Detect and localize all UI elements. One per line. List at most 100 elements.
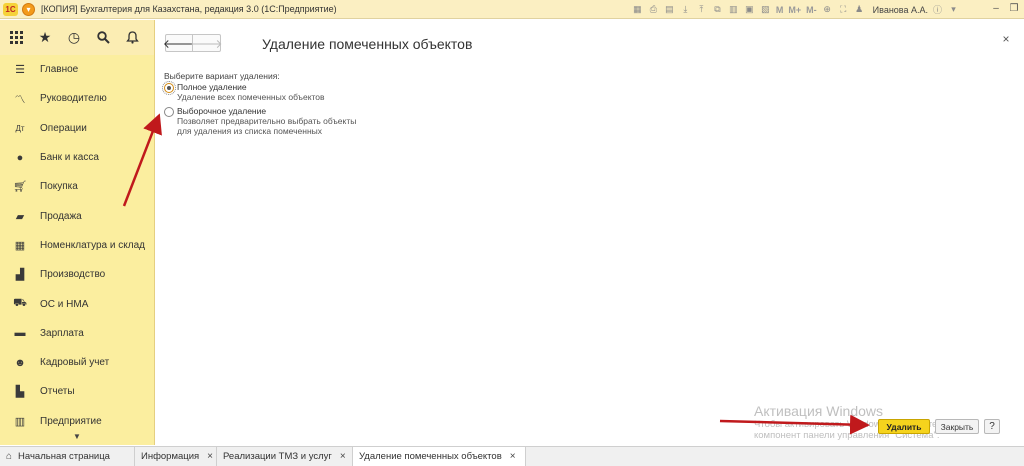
- tab-label: Удаление помеченных объектов: [359, 451, 502, 462]
- zoom-icon[interactable]: ⊕: [821, 3, 834, 16]
- restore-icon[interactable]: ❐: [1008, 2, 1020, 15]
- sidebar-item-label: Предприятие: [40, 415, 102, 427]
- delete-button[interactable]: Удалить: [878, 419, 930, 434]
- panel-icon-strip: ★ ◷: [0, 20, 155, 55]
- full-deletion-desc: Удаление всех помеченных объектов: [177, 92, 325, 102]
- menu-lines-icon: ☰: [15, 64, 25, 77]
- bar-chart-icon: ▙: [15, 386, 25, 399]
- window-controls: – ❐: [990, 2, 1020, 15]
- window-title: [КОПИЯ] Бухгалтерия для Казахстана, реда…: [41, 4, 337, 14]
- user-icon: ♟: [855, 4, 864, 14]
- selective-deletion-desc-2: для удаления из списка помеченных: [177, 126, 323, 136]
- sidebar-item-bank[interactable]: ● Банк и касса: [0, 143, 154, 172]
- user-name[interactable]: Иванова А.А.: [873, 5, 928, 15]
- info-icon[interactable]: ⓘ: [931, 3, 944, 16]
- memory-add-button[interactable]: M+: [787, 3, 802, 16]
- sidebar-item-reports[interactable]: ▙ Отчеты: [0, 377, 154, 406]
- navigation-buttons: 🡐 🡒: [163, 34, 223, 52]
- settings-menu-icon[interactable]: ▾: [947, 3, 960, 16]
- preview-icon[interactable]: ▤: [663, 3, 676, 16]
- deletion-mode-label: Выберите вариант удаления:: [164, 71, 280, 81]
- watermark-title: Активация Windows: [754, 403, 884, 419]
- sidebar-item-label: Номенклатура и склад: [40, 239, 145, 251]
- sidebar-item-nomenclature[interactable]: ▦ Номенклатура и склад: [0, 231, 154, 260]
- sidebar-item-salary[interactable]: ▬ Зарплата: [0, 319, 154, 348]
- sidebar-item-label: Руководителю: [40, 93, 107, 105]
- link-icon[interactable]: ⧉: [711, 3, 724, 16]
- operations-icon: Дт: [15, 123, 25, 133]
- cart-icon: 🛒︎: [13, 181, 27, 194]
- full-deletion-option[interactable]: Полное удаление Удаление всех помеченных…: [162, 81, 325, 102]
- building-icon: ▥: [14, 415, 26, 428]
- save-icon[interactable]: ▦: [631, 3, 644, 16]
- bell-icon[interactable]: [124, 30, 140, 46]
- minimize-icon[interactable]: –: [990, 2, 1002, 15]
- close-icon[interactable]: ×: [340, 451, 346, 462]
- tab-sales-documents[interactable]: Реализации ТМЗ и услуг ×: [217, 447, 353, 466]
- home-icon: ⌂: [6, 451, 13, 462]
- sidebar-item-purchase[interactable]: 🛒︎ Покупка: [0, 172, 154, 201]
- close-icon[interactable]: ×: [1000, 32, 1012, 46]
- coins-icon: ●: [16, 151, 24, 164]
- calendar-icon[interactable]: ▣: [743, 3, 756, 16]
- sidebar-item-label: Покупка: [40, 181, 78, 193]
- main-menu-button[interactable]: ▾: [22, 2, 35, 16]
- print-icon[interactable]: ⎙: [647, 3, 660, 16]
- download-icon[interactable]: ⤓: [679, 3, 692, 16]
- sidebar-item-management[interactable]: 〽 Руководителю: [0, 84, 154, 113]
- star-icon[interactable]: ★: [37, 29, 53, 46]
- sidebar-item-sales[interactable]: ▰ Продажа: [0, 201, 154, 230]
- app-logo: 1С: [3, 2, 18, 16]
- delete-marked-form: 🡐 🡒 Удаление помеченных объектов × Выбер…: [156, 20, 1024, 445]
- tab-information[interactable]: Информация ×: [135, 447, 217, 466]
- sidebar-item-operations[interactable]: Дт Операции: [0, 114, 154, 143]
- money-icon: ▬: [14, 327, 26, 340]
- sidebar-item-main[interactable]: ☰ Главное: [0, 55, 154, 84]
- table-icon[interactable]: ▥: [727, 3, 740, 16]
- bag-icon: ▰: [15, 210, 25, 223]
- trend-chart-icon: 〽: [14, 93, 26, 106]
- fullscreen-icon[interactable]: ⛶: [837, 3, 850, 16]
- back-arrow-icon[interactable]: 🡐: [163, 35, 195, 51]
- form-title: Удаление помеченных объектов: [262, 36, 473, 52]
- close-button[interactable]: Закрыть: [935, 419, 979, 434]
- people-icon: ☻: [14, 356, 26, 369]
- full-deletion-title: Полное удаление: [177, 82, 247, 92]
- history-icon[interactable]: ◷: [66, 29, 82, 46]
- sidebar-item-hr[interactable]: ☻ Кадровый учет: [0, 348, 154, 377]
- title-bar: 1С ▾ [КОПИЯ] Бухгалтерия для Казахстана,…: [0, 0, 1024, 19]
- tab-home[interactable]: ⌂ Начальная страница: [0, 447, 135, 466]
- calculator-icon[interactable]: ▧: [759, 3, 772, 16]
- selective-deletion-desc-1: Позволяет предварительно выбрать объекты: [177, 116, 357, 126]
- close-icon[interactable]: ×: [510, 451, 516, 462]
- sidebar-item-label: Операции: [40, 122, 87, 134]
- tab-delete-marked[interactable]: Удаление помеченных объектов ×: [353, 447, 526, 466]
- selective-deletion-radio[interactable]: [164, 107, 174, 117]
- selective-deletion-title: Выборочное удаление: [177, 106, 267, 116]
- scroll-down-icon[interactable]: ▼: [70, 432, 84, 442]
- grid-menu-icon[interactable]: [8, 30, 24, 46]
- sidebar-item-label: Отчеты: [40, 386, 75, 398]
- sidebar-item-fixed-assets[interactable]: ⛟ ОС и НМА: [0, 289, 154, 318]
- forward-arrow-icon[interactable]: 🡒: [190, 35, 222, 51]
- sidebar-item-label: Зарплата: [40, 327, 84, 339]
- toolbar-tools: ▦ ⎙ ▤ ⤓ ⤒ ⧉ ▥ ▣ ▧ M M+ M- ⊕ ⛶ ♟ Иванова …: [631, 2, 960, 17]
- selective-deletion-option[interactable]: Выборочное удаление Позволяет предварите…: [164, 106, 356, 136]
- truck-icon: ⛟: [13, 297, 27, 310]
- search-icon[interactable]: [95, 30, 111, 46]
- full-deletion-radio[interactable]: [162, 81, 176, 95]
- help-button[interactable]: ?: [984, 419, 1000, 434]
- upload-icon[interactable]: ⤒: [695, 3, 708, 16]
- tab-label: Начальная страница: [18, 451, 110, 462]
- sidebar-item-label: Кадровый учет: [40, 357, 110, 369]
- close-icon[interactable]: ×: [207, 451, 213, 462]
- sidebar-item-label: Главное: [40, 64, 79, 76]
- sidebar-item-production[interactable]: ▟ Производство: [0, 260, 154, 289]
- memory-subtract-button[interactable]: M-: [805, 3, 818, 16]
- sections-sidebar: ☰ Главное 〽 Руководителю Дт Операции ● Банк …: [0, 55, 155, 445]
- open-windows-tabs: ⌂ Начальная страница Информация × Реализ…: [0, 446, 1024, 466]
- sidebar-item-label: Банк и касса: [40, 152, 99, 164]
- tab-label: Информация: [141, 451, 200, 462]
- sidebar-item-label: ОС и НМА: [40, 298, 89, 310]
- memory-button[interactable]: M: [775, 3, 785, 16]
